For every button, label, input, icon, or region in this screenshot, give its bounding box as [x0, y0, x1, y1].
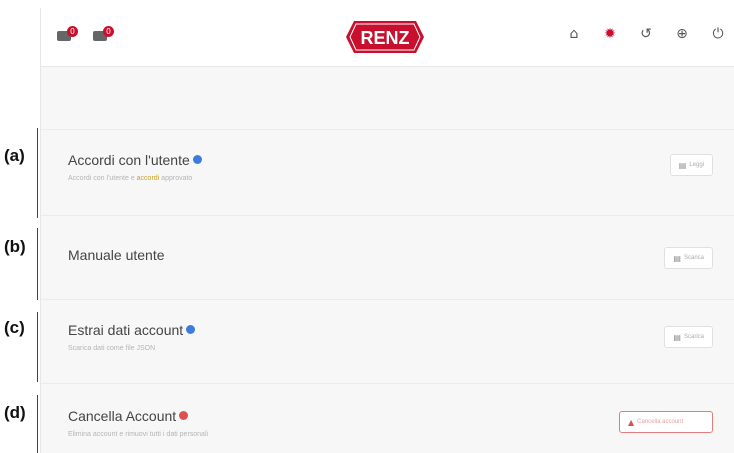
row-extract-data: Estrai dati account Scarica dati come fi… — [41, 300, 734, 384]
row-title: Accordi con l'utente — [68, 152, 202, 168]
parcels-button-1[interactable]: 0 — [55, 26, 78, 44]
download-data-button[interactable]: ▤ Scarica — [664, 326, 713, 348]
label-a: (a) — [4, 146, 25, 165]
info-icon[interactable] — [192, 155, 202, 164]
history-icon[interactable]: ↺ — [637, 25, 655, 43]
subtitle-text: Accordi con l'utente e — [68, 175, 137, 182]
user-agreements-title: Accordi con l'utente — [68, 152, 190, 168]
power-icon[interactable]: ⏻ — [709, 25, 727, 43]
delete-account-button[interactable]: ▲ Cancella account — [619, 411, 713, 433]
top-header: 0 0 RENZ ⌂ ✹ ↺ ⊕ ⏻ — [41, 8, 734, 67]
header-right-group: ⌂ ✹ ↺ ⊕ ⏻ — [565, 25, 727, 43]
parcels-button-2[interactable]: 0 — [91, 26, 114, 44]
label-b: (b) — [4, 237, 26, 256]
brand-text: RENZ — [361, 28, 410, 48]
label-bar-c — [37, 312, 38, 382]
renz-logo[interactable]: RENZ — [346, 21, 424, 53]
app-window: 0 0 RENZ ⌂ ✹ ↺ ⊕ ⏻ Accordi con l'utente … — [40, 8, 734, 453]
label-d: (d) — [4, 403, 26, 422]
header-left-group: 0 0 — [55, 26, 114, 44]
button-label: Scarica — [683, 255, 704, 261]
label-bar-a — [37, 128, 38, 218]
row-title: Cancella Account — [68, 408, 189, 424]
home-icon[interactable]: ⌂ — [565, 25, 583, 43]
row-user-manual: Manuale utente ▤ Scarica — [41, 216, 734, 300]
label-bar-b — [37, 228, 38, 300]
extract-data-title: Estrai dati account — [68, 322, 184, 338]
extract-data-subtitle: Scarica dati come file JSON — [68, 345, 156, 352]
document-icon: ▤ — [678, 160, 687, 170]
notification-badge: 0 — [103, 26, 114, 37]
row-delete-account: Cancella Account Elimina account e rimuo… — [41, 384, 734, 453]
read-agreements-button[interactable]: ▤ Leggi — [669, 154, 713, 176]
button-label: Scarica — [683, 334, 704, 340]
document-icon: ▤ — [673, 332, 681, 342]
label-c: (c) — [4, 318, 25, 337]
subtitle-text-end: approvato — [159, 175, 193, 182]
button-label: Cancella account — [637, 419, 684, 425]
warning-icon: ▲ — [628, 417, 635, 427]
subtitle-highlight: accordi — [136, 175, 160, 182]
row-title: Estrai dati account — [68, 322, 196, 338]
info-icon[interactable] — [186, 325, 196, 334]
info-icon[interactable] — [179, 411, 189, 420]
download-manual-button[interactable]: ▤ Scarica — [664, 247, 713, 269]
delete-account-subtitle: Elimina account e rimuovi tutti i dati p… — [68, 431, 209, 438]
gear-icon[interactable]: ✹ — [601, 25, 619, 43]
delete-account-title: Cancella Account — [68, 408, 177, 424]
top-spacer — [41, 67, 734, 130]
notification-badge: 0 — [67, 26, 78, 37]
user-manual-title: Manuale utente — [68, 247, 165, 263]
globe-icon[interactable]: ⊕ — [673, 25, 691, 43]
user-agreements-subtitle: Accordi con l'utente e accordi approvato — [68, 175, 192, 182]
document-icon: ▤ — [673, 253, 681, 263]
button-label: Leggi — [689, 162, 704, 168]
label-bar-d — [37, 395, 38, 453]
row-user-agreements: Accordi con l'utente Accordi con l'utent… — [41, 130, 734, 216]
